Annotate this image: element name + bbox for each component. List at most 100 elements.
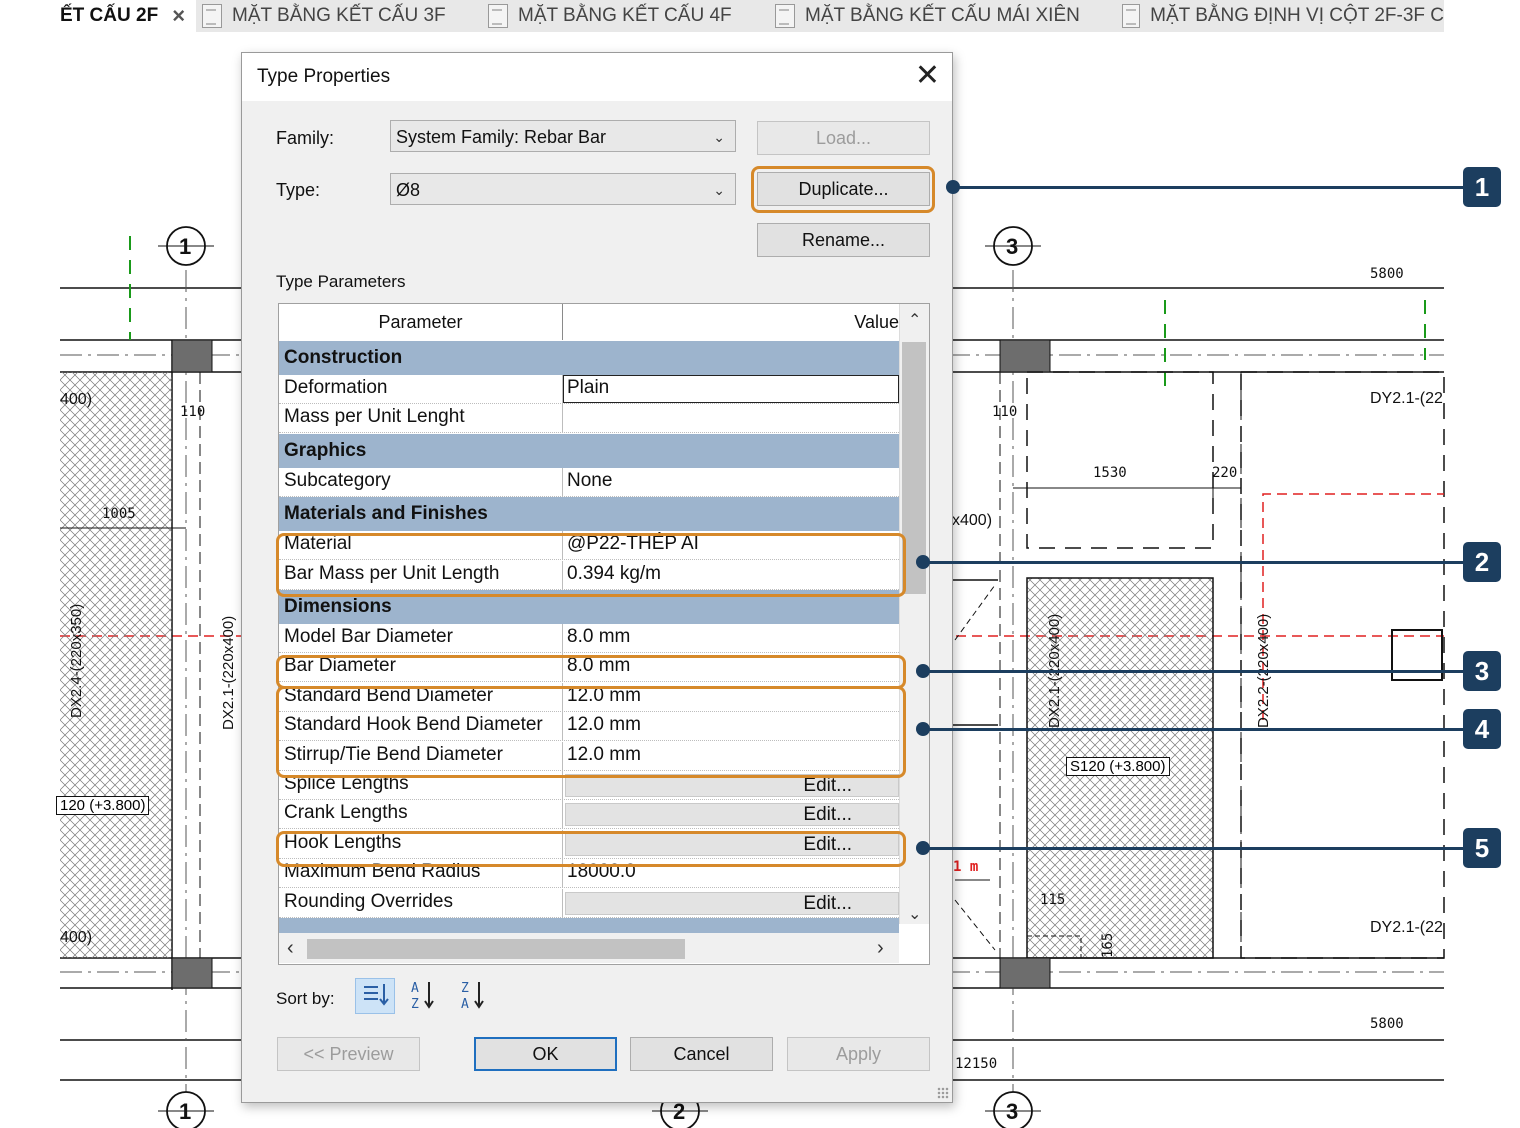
ok-button[interactable]: OK: [474, 1037, 617, 1071]
highlight-hook-lengths: [276, 831, 906, 867]
slab-tag: S120 (+3.800): [1066, 757, 1170, 776]
floor-plan-icon: [202, 4, 222, 28]
callout-line: [953, 186, 1463, 189]
parameter-name: Crank Lengths: [284, 802, 408, 824]
dimension-text: 1530: [1093, 465, 1127, 481]
vertical-beam-label: DX2.1-(220x400): [220, 615, 237, 730]
slab-tag: 120 (+3.800): [56, 796, 150, 815]
column-header-value[interactable]: Value: [563, 304, 899, 340]
column-divider: [562, 467, 563, 497]
callout-badge: 1: [1463, 167, 1501, 207]
dimension-text: 165: [1100, 932, 1116, 958]
parameter-name: Deformation: [284, 377, 388, 398]
dialog-title: Type Properties: [257, 66, 391, 87]
scroll-up-icon[interactable]: ⌃: [908, 310, 921, 330]
column-divider: [562, 624, 563, 653]
family-dropdown[interactable]: System Family: Rebar Bar ⌄: [390, 120, 736, 152]
sort-a-z-icon[interactable]: AZ: [402, 978, 442, 1014]
vertical-beam-label: DX2.4-(220x350): [68, 603, 85, 718]
preview-button[interactable]: << Preview: [277, 1037, 420, 1071]
view-tab[interactable]: MẶT BẰNG KẾT CẤU MÁI XIÊN: [775, 0, 1080, 32]
parameter-row[interactable]: Rounding Overrides Edit...: [279, 888, 899, 918]
scroll-left-icon[interactable]: ‹: [287, 937, 294, 960]
parameter-value: 8.0 mm: [567, 626, 631, 647]
beam-label: 400): [60, 929, 93, 946]
type-dropdown[interactable]: Ø8 ⌄: [390, 173, 736, 205]
view-tab[interactable]: MẶT BẰNG KẾT CẤU 3F: [202, 0, 446, 32]
view-tab[interactable]: ẾT CẤU 2F ×: [60, 0, 196, 32]
svg-text:A: A: [461, 997, 469, 1012]
beam-label: DY2.1-(22: [1370, 919, 1443, 936]
callout-line: [923, 561, 1463, 564]
svg-text:Z: Z: [411, 997, 419, 1012]
cancel-button[interactable]: Cancel: [630, 1037, 773, 1071]
category-row[interactable]: Construction: [279, 341, 899, 375]
sort-by-label: Sort by:: [276, 989, 335, 1008]
parameter-row[interactable]: Crank Lengths Edit...: [279, 800, 899, 830]
dimension-text: 5800: [1370, 266, 1404, 282]
rename-button[interactable]: Rename...: [757, 223, 930, 257]
floor-plan-icon: [488, 4, 508, 28]
grid-bubble-label: 1: [179, 234, 192, 259]
category-row[interactable]: Graphics: [279, 433, 899, 468]
dimension-text: 1 m: [953, 859, 979, 875]
value-input[interactable]: [563, 375, 899, 403]
tab-label: MẶT BẰNG KẾT CẤU MÁI XIÊN: [805, 5, 1080, 26]
dimension-text: 220: [1212, 465, 1238, 481]
sort-grouped-icon[interactable]: [355, 978, 395, 1014]
highlight-bend-diameters: [276, 686, 906, 778]
horizontal-scrollbar[interactable]: ‹ ›: [279, 933, 899, 963]
beam-label: x400): [952, 512, 993, 529]
callout-line: [923, 670, 1463, 673]
column-divider: [562, 888, 563, 918]
floor-plan-icon: [1122, 4, 1141, 28]
tab-label: MẶT BẰNG KẾT CẤU 4F: [518, 5, 732, 26]
scroll-right-icon[interactable]: ›: [877, 937, 884, 960]
load-button[interactable]: Load...: [757, 121, 930, 155]
view-tab-bar: ẾT CẤU 2F × MẶT BẰNG KẾT CẤU 3F MẶT BẰNG…: [60, 0, 1444, 32]
edit-button[interactable]: Edit...: [565, 891, 899, 915]
resize-grip-icon[interactable]: [937, 1087, 949, 1099]
grid-bubble-label: 3: [1006, 1099, 1019, 1124]
scrollbar-thumb[interactable]: [307, 939, 685, 959]
callout-badge: 3: [1463, 651, 1501, 691]
callout-line: [923, 847, 1463, 850]
apply-button[interactable]: Apply: [787, 1037, 930, 1071]
view-tab[interactable]: MẶT BẰNG ĐỊNH VỊ CỘT 2F-3F C: [1122, 0, 1444, 32]
category-label: Graphics: [284, 439, 367, 461]
type-parameters-label: Type Parameters: [276, 272, 406, 291]
tab-label: MẶT BẰNG ĐỊNH VỊ CỘT 2F-3F C: [1150, 5, 1444, 26]
dialog-title-bar[interactable]: Type Properties ✕: [242, 53, 952, 101]
chevron-down-icon: ⌄: [713, 182, 725, 198]
grid-bubble-label: 3: [1006, 234, 1019, 259]
scroll-down-icon[interactable]: ⌄: [908, 904, 921, 924]
dimension-text: 1005: [102, 506, 136, 522]
parameter-row[interactable]: Deformation Plain: [279, 375, 899, 404]
view-tab[interactable]: MẶT BẰNG KẾT CẤU 4F: [488, 0, 732, 32]
tab-label: MẶT BẰNG KẾT CẤU 3F: [232, 5, 446, 26]
beam-label: DY2.1-(22: [1370, 390, 1443, 407]
callout-badge: 2: [1463, 542, 1501, 582]
close-icon[interactable]: ✕: [915, 61, 940, 91]
dimension-text: 115: [1040, 892, 1066, 908]
column-header-parameter[interactable]: Parameter: [279, 304, 563, 340]
parameter-row[interactable]: Subcategory None: [279, 467, 899, 497]
parameter-value: None: [567, 469, 613, 491]
parameter-row[interactable]: Model Bar Diameter 8.0 mm: [279, 624, 899, 653]
family-label: Family:: [276, 128, 334, 148]
floor-plan-icon: [775, 4, 795, 28]
close-icon[interactable]: ×: [172, 3, 185, 29]
parameter-name: Model Bar Diameter: [284, 626, 453, 647]
vertical-scrollbar[interactable]: ⌃ ⌄: [899, 304, 929, 924]
column-divider: [562, 404, 563, 434]
sort-z-a-icon[interactable]: ZA: [452, 978, 492, 1014]
highlight-material-mass: [276, 533, 906, 597]
dimension-text: 12150: [955, 1056, 998, 1072]
highlight-duplicate: [751, 166, 935, 213]
svg-text:Z: Z: [461, 981, 469, 996]
small-dimension-text: 110: [992, 404, 1018, 420]
parameter-row[interactable]: Mass per Unit Lenght: [279, 404, 899, 434]
edit-button[interactable]: Edit...: [565, 803, 899, 827]
category-row[interactable]: Materials and Finishes: [279, 497, 899, 532]
parameter-value[interactable]: Plain: [567, 377, 609, 399]
